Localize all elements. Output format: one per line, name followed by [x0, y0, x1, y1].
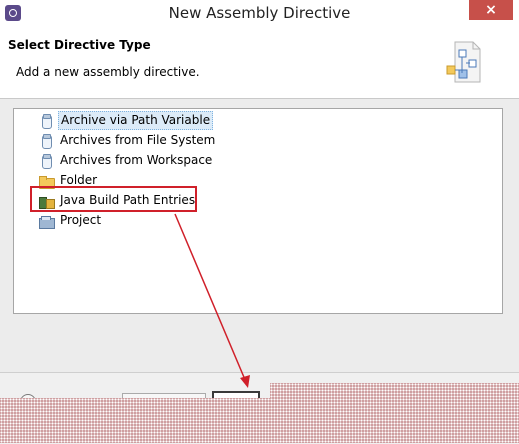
- jar-icon: [38, 113, 54, 129]
- tree-item-archives-from-file-system[interactable]: Archives from File System: [38, 131, 217, 150]
- annotation-highlight-box: [30, 186, 197, 212]
- tree-item-label: Archive via Path Variable: [58, 111, 214, 130]
- window-title: New Assembly Directive: [168, 4, 351, 22]
- tree-item-label: Project: [60, 213, 102, 227]
- jar-icon: [38, 153, 54, 169]
- tree-item-archives-from-workspace[interactable]: Archives from Workspace: [38, 151, 214, 170]
- wizard-header: Select Directive Type Add a new assembly…: [0, 28, 519, 99]
- tree-item-label: Archives from File System: [60, 133, 216, 147]
- page-description: Add a new assembly directive.: [16, 65, 200, 79]
- redacted-area: [270, 383, 519, 443]
- tree-item-label: Archives from Workspace: [60, 153, 213, 167]
- close-button[interactable]: ×: [469, 0, 513, 20]
- wizard-banner-icon: [446, 41, 481, 83]
- page-title: Select Directive Type: [8, 38, 151, 52]
- tree-item-archive-via-path-variable[interactable]: Archive via Path Variable: [38, 111, 214, 130]
- jar-icon: [38, 133, 54, 149]
- project-icon: [38, 213, 55, 229]
- tree-item-project[interactable]: Project: [38, 211, 103, 230]
- title-bar: New Assembly Directive ×: [0, 0, 519, 28]
